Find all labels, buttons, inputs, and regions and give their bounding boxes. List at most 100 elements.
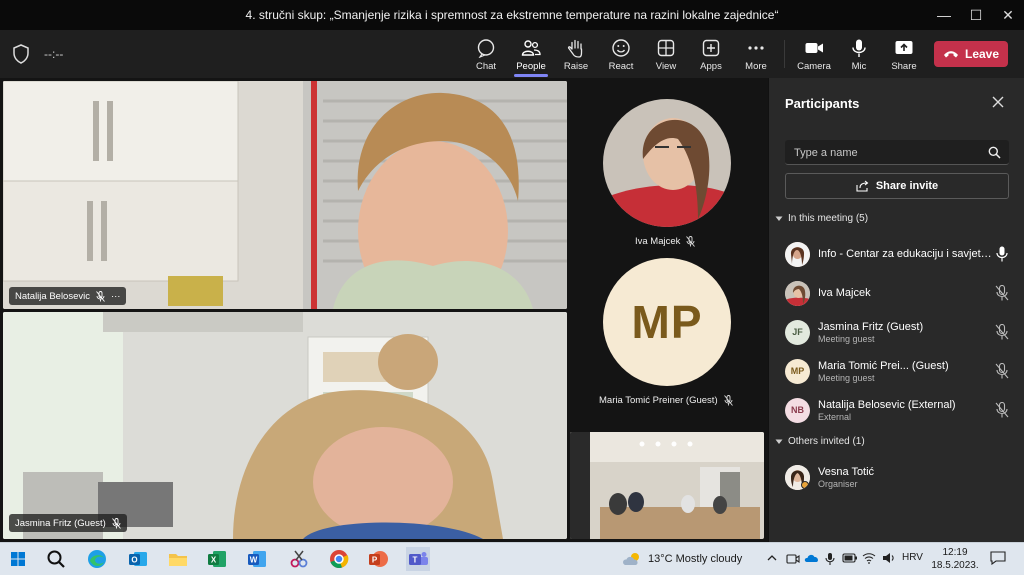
mic-muted-icon (96, 290, 105, 302)
participant-name: Natalija Belosevic (External) (818, 398, 956, 411)
people-button[interactable]: People (509, 34, 553, 77)
participant-name: Iva Majcek (818, 287, 871, 299)
tile-name-jasmina: Jasmina Fritz (Guest) (15, 517, 106, 529)
shield-icon (13, 44, 29, 64)
more-button[interactable]: More (734, 34, 778, 76)
excel-icon[interactable]: X (205, 547, 229, 571)
mic-button[interactable]: Mic (837, 34, 881, 76)
view-button[interactable]: View (644, 34, 688, 76)
others-invited-section[interactable]: Others invited (1) (775, 436, 865, 447)
avatar: MP (785, 358, 810, 384)
mic-muted-icon (995, 363, 1009, 379)
search-icon[interactable] (988, 146, 1001, 159)
teams-icon[interactable]: T (406, 547, 430, 571)
share-button[interactable]: Share (882, 34, 926, 76)
participant-row[interactable]: Iva Majcek (785, 276, 1015, 310)
snipping-tool-icon[interactable] (287, 547, 311, 571)
panel-title: Participants (785, 96, 860, 111)
mic-on-icon (996, 246, 1008, 262)
share-invite-button[interactable]: Share invite (785, 173, 1009, 199)
chrome-icon[interactable] (327, 547, 351, 571)
edge-icon[interactable] (85, 547, 109, 571)
participant-row[interactable]: JF Jasmina Fritz (Guest) Meeting guest (785, 315, 1015, 349)
outlook-icon[interactable]: O (126, 547, 150, 571)
chat-button[interactable]: Chat (464, 34, 508, 76)
participant-info: Info - Centar za edukaciju i savjetovanj… (818, 248, 993, 260)
avatar-photo (785, 280, 810, 306)
grid-view-icon (657, 39, 675, 57)
windows-taskbar: O X W P T 13°C Mostly cloudy HRV 12:19 1… (0, 542, 1024, 575)
tile-more-button[interactable]: ··· (111, 291, 121, 302)
in-meeting-label: In this meeting (5) (788, 213, 869, 224)
microphone-tray-icon[interactable] (825, 552, 835, 566)
close-icon[interactable] (990, 94, 1006, 110)
participant-info: Natalija Belosevic (External) External (818, 399, 993, 422)
avatar-name-iva: Iva Majcek (635, 236, 681, 247)
avatar-initials: MP (790, 366, 805, 376)
meeting-toolbar: --:-- Chat People Raise React View Apps … (0, 30, 1024, 78)
notifications-icon[interactable] (990, 551, 1006, 565)
add-app-icon (702, 39, 720, 57)
svg-text:P: P (372, 556, 378, 565)
mic-muted-icon (995, 402, 1009, 418)
minimize-button[interactable]: — (928, 0, 960, 30)
mic-muted-icon (995, 324, 1009, 340)
avatar-iva[interactable] (603, 99, 731, 227)
video-tile-natalija[interactable]: Natalija Belosevic ··· (3, 81, 567, 309)
clock[interactable]: 12:19 18.5.2023. (930, 546, 980, 572)
windows-start-icon[interactable] (6, 547, 30, 571)
chevron-down-icon (775, 216, 783, 221)
avatar-photo-iva (603, 99, 731, 227)
powerpoint-icon[interactable]: P (366, 547, 390, 571)
wifi-icon[interactable] (862, 552, 876, 564)
mic-muted-icon (995, 285, 1009, 301)
tile-name-natalija: Natalija Belosevic (15, 290, 90, 302)
share-invite-label: Share invite (875, 180, 939, 192)
close-window-button[interactable]: ✕ (992, 0, 1024, 30)
search-input[interactable] (785, 140, 975, 165)
participant-row[interactable]: Info - Centar za edukaciju i savjetovanj… (785, 237, 1015, 271)
leave-button[interactable]: Leave (934, 41, 1008, 67)
onedrive-icon[interactable] (804, 552, 820, 564)
word-icon[interactable]: W (245, 547, 269, 571)
search-icon[interactable] (44, 547, 68, 571)
avatar-initials-maria: MP (631, 296, 703, 348)
apps-button[interactable]: Apps (689, 34, 733, 76)
avatar-maria[interactable]: MP (603, 258, 731, 386)
camera-icon (805, 43, 823, 53)
participant-row[interactable]: NB Natalija Belosevic (External) Externa… (785, 393, 1015, 427)
mic-muted-icon (111, 517, 121, 529)
meet-now-icon[interactable] (786, 552, 800, 566)
file-explorer-icon[interactable] (166, 547, 190, 571)
raise-hand-button[interactable]: Raise (554, 34, 598, 76)
battery-icon[interactable] (842, 552, 858, 564)
participant-row[interactable]: Vesna Totić Organiser (785, 460, 1015, 494)
participant-name: Info - Centar za edukaciju i savjetovanj… (818, 248, 993, 260)
clock-time: 12:19 (942, 547, 968, 558)
video-tile-room[interactable] (570, 432, 764, 539)
avatar-label-iva: Iva Majcek (635, 236, 696, 247)
video-feed-jasmina (3, 312, 567, 539)
weather-widget[interactable]: 13°C Mostly cloudy (622, 552, 742, 566)
svg-text:O: O (131, 556, 137, 565)
svg-text:X: X (211, 556, 217, 565)
view-label: View (655, 61, 677, 72)
maximize-button[interactable]: ☐ (960, 0, 992, 30)
react-button[interactable]: React (599, 34, 643, 76)
svg-text:T: T (413, 556, 418, 565)
in-meeting-section[interactable]: In this meeting (5) (775, 213, 868, 224)
tile-label-jasmina: Jasmina Fritz (Guest) (9, 514, 127, 532)
camera-button[interactable]: Camera (792, 34, 836, 76)
volume-icon[interactable] (882, 552, 896, 564)
chevron-up-icon[interactable] (766, 552, 778, 564)
participant-info: Maria Tomić Prei... (Guest) Meeting gues… (818, 360, 993, 383)
participant-row[interactable]: MP Maria Tomić Prei... (Guest) Meeting g… (785, 354, 1015, 388)
hang-up-icon (943, 51, 958, 58)
video-tile-jasmina[interactable]: Jasmina Fritz (Guest) (3, 312, 567, 539)
svg-text:W: W (250, 556, 258, 565)
video-feed-room (570, 432, 764, 539)
language-indicator[interactable]: HRV (902, 552, 923, 563)
others-invited-label: Others invited (1) (788, 436, 865, 447)
mic-muted-icon (686, 236, 696, 247)
share-screen-icon (895, 41, 913, 54)
